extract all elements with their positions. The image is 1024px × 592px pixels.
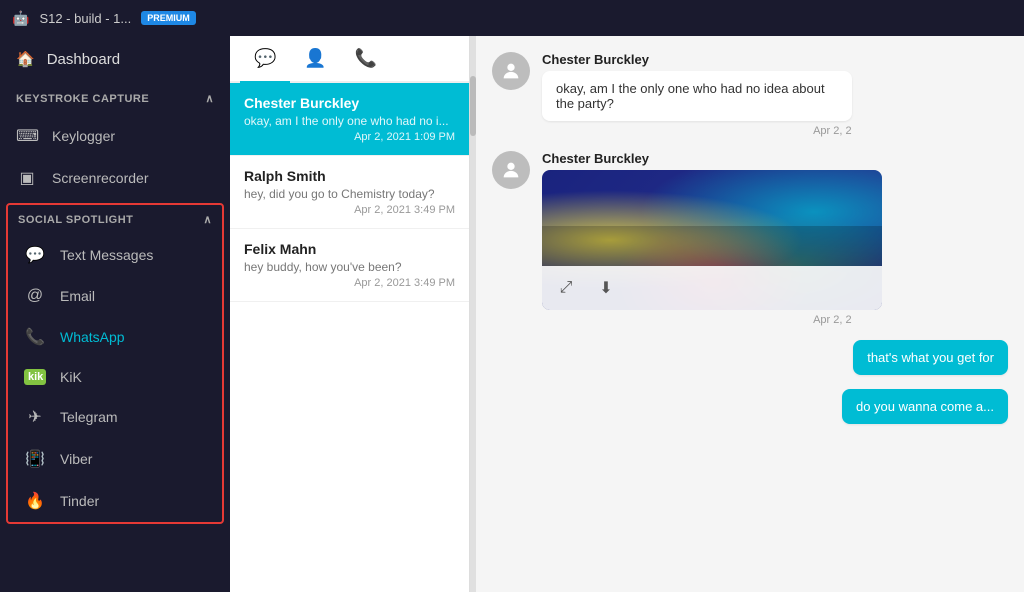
premium-badge: PREMIUM [141, 11, 196, 25]
keyboard-icon: ⌨ [16, 126, 38, 146]
conv-name-felix: Felix Mahn [244, 241, 455, 257]
tabs-bar: 💬 👤 📞 [230, 36, 469, 83]
chat-panel: Chester Burckley okay, am I the only one… [476, 36, 1024, 592]
sidebar-item-tinder[interactable]: 🔥 Tinder [8, 480, 222, 522]
calls-tab-icon: 📞 [355, 48, 377, 68]
sidebar-item-whatsapp[interactable]: 📞 WhatsApp [8, 316, 222, 358]
screenrecorder-label: Screenrecorder [52, 170, 149, 186]
kik-label: KiK [60, 369, 82, 385]
text-messages-label: Text Messages [60, 247, 153, 263]
main-layout: 🏠 Dashboard KEYSTROKE CAPTURE ∧ ⌨ Keylog… [0, 36, 1024, 592]
chat-tab-icon: 💬 [254, 48, 276, 68]
social-spotlight-section: SOCIAL SPOTLIGHT ∧ 💬 Text Messages @ Ema… [6, 203, 224, 524]
social-spotlight-header: SOCIAL SPOTLIGHT ∧ [8, 205, 222, 234]
chevron-up-icon-social: ∧ [203, 213, 212, 226]
tab-calls[interactable]: 📞 [341, 36, 391, 83]
conv-name-ralph: Ralph Smith [244, 168, 455, 184]
top-bar: 🤖 S12 - build - 1... PREMIUM [0, 0, 1024, 36]
message-row-4: do you wanna come a... [492, 389, 1008, 424]
conversation-list: Chester Burckley okay, am I the only one… [230, 83, 469, 592]
middle-panel: 💬 👤 📞 Chester Burckley okay, am I the on… [230, 36, 470, 592]
sidebar: 🏠 Dashboard KEYSTROKE CAPTURE ∧ ⌨ Keylog… [0, 36, 230, 592]
image-overlay: ⤢ ⬇ [542, 266, 882, 310]
conv-preview-ralph: hey, did you go to Chemistry today? [244, 187, 455, 201]
text-messages-icon: 💬 [24, 245, 46, 265]
message-row-1: Chester Burckley okay, am I the only one… [492, 52, 1008, 137]
kik-icon: kik [24, 369, 46, 385]
conversation-item-ralph[interactable]: Ralph Smith hey, did you go to Chemistry… [230, 156, 469, 229]
conv-time-felix: Apr 2, 2021 3:49 PM [244, 277, 455, 289]
chevron-up-icon: ∧ [205, 92, 214, 105]
viber-label: Viber [60, 451, 92, 467]
msg-bubble-wrap-2: Chester Burckley ⤢ ⬇ Apr 2, 2 [542, 151, 852, 326]
avatar-chester-1 [492, 52, 530, 90]
dashboard-label: Dashboard [47, 51, 120, 68]
conversation-item-felix[interactable]: Felix Mahn hey buddy, how you've been? A… [230, 229, 469, 302]
msg-bubble-wrap-4: do you wanna come a... [842, 389, 1008, 424]
expand-button[interactable]: ⤢ [552, 274, 580, 302]
whatsapp-icon: 📞 [24, 327, 46, 347]
message-row-2: Chester Burckley ⤢ ⬇ Apr 2, 2 [492, 151, 1008, 326]
conv-time-ralph: Apr 2, 2021 3:49 PM [244, 204, 455, 216]
keystroke-section-header: KEYSTROKE CAPTURE ∧ [0, 82, 230, 115]
msg-bubble-3: that's what you get for [853, 340, 1008, 375]
chat-messages: Chester Burckley okay, am I the only one… [476, 36, 1024, 592]
email-label: Email [60, 288, 95, 304]
avatar-chester-2 [492, 151, 530, 189]
sidebar-item-viber[interactable]: 📳 Viber [8, 438, 222, 480]
conv-preview-felix: hey buddy, how you've been? [244, 260, 455, 274]
home-icon: 🏠 [16, 50, 35, 68]
android-icon: 🤖 [12, 10, 29, 27]
keylogger-label: Keylogger [52, 128, 115, 144]
tinder-label: Tinder [60, 493, 99, 509]
msg-bubble-wrap-3: that's what you get for [853, 340, 1008, 375]
email-icon: @ [24, 287, 46, 305]
msg-bubble-wrap-1: Chester Burckley okay, am I the only one… [542, 52, 852, 137]
screen-icon: ▣ [16, 168, 38, 188]
contacts-tab-icon: 👤 [304, 48, 326, 68]
msg-time-1: Apr 2, 2 [542, 125, 852, 137]
tinder-icon: 🔥 [24, 491, 46, 511]
msg-time-2: Apr 2, 2 [542, 314, 852, 326]
conv-name-chester: Chester Burckley [244, 95, 455, 111]
message-row-3: that's what you get for [492, 340, 1008, 375]
viber-icon: 📳 [24, 449, 46, 469]
telegram-label: Telegram [60, 409, 118, 425]
download-button[interactable]: ⬇ [592, 274, 620, 302]
sidebar-item-text-messages[interactable]: 💬 Text Messages [8, 234, 222, 276]
telegram-icon: ✈ [24, 407, 46, 427]
sidebar-item-keylogger[interactable]: ⌨ Keylogger [0, 115, 230, 157]
device-name: S12 - build - 1... [39, 11, 131, 26]
sidebar-item-telegram[interactable]: ✈ Telegram [8, 396, 222, 438]
conv-preview-chester: okay, am I the only one who had no i... [244, 114, 455, 128]
msg-text-4: do you wanna come a... [856, 399, 994, 414]
msg-text-1: okay, am I the only one who had no idea … [556, 81, 825, 111]
tab-chat[interactable]: 💬 [240, 36, 290, 83]
tab-contacts[interactable]: 👤 [290, 36, 340, 83]
conversation-item-chester[interactable]: Chester Burckley okay, am I the only one… [230, 83, 469, 156]
party-image: ⤢ ⬇ [542, 170, 882, 310]
conv-time-chester: Apr 2, 2021 1:09 PM [244, 131, 455, 143]
sidebar-item-dashboard[interactable]: 🏠 Dashboard [0, 36, 230, 82]
msg-sender-1: Chester Burckley [542, 52, 852, 67]
msg-bubble-4: do you wanna come a... [842, 389, 1008, 424]
whatsapp-label: WhatsApp [60, 329, 125, 345]
msg-text-3: that's what you get for [867, 350, 994, 365]
sidebar-item-kik[interactable]: kik KiK [8, 358, 222, 396]
sidebar-item-email[interactable]: @ Email [8, 276, 222, 316]
msg-sender-2: Chester Burckley [542, 151, 852, 166]
sidebar-item-screenrecorder[interactable]: ▣ Screenrecorder [0, 157, 230, 199]
msg-bubble-1: okay, am I the only one who had no idea … [542, 71, 852, 121]
